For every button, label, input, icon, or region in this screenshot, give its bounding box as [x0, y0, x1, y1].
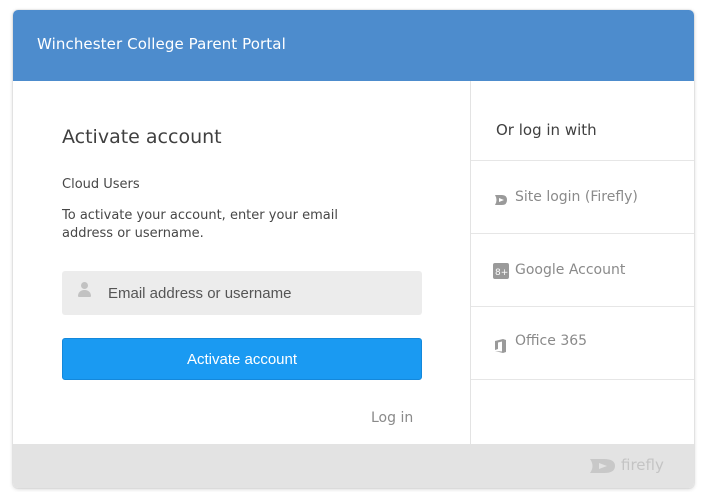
alt-login-pane: Or log in with Site login (Firefly) 8+ G… — [470, 81, 694, 444]
alt-login-title: Or log in with — [496, 121, 597, 139]
provider-label: Site login (Firefly) — [515, 189, 638, 205]
login-card: Winchester College Parent Portal Activat… — [13, 10, 694, 488]
log-in-link[interactable]: Log in — [371, 410, 413, 426]
provider-label: Office 365 — [515, 333, 588, 349]
activate-instruction: To activate your account, enter your ema… — [62, 208, 338, 241]
site-login-firefly-button[interactable]: Site login (Firefly) — [471, 161, 694, 233]
google-plus-icon: 8+ — [493, 263, 509, 279]
activate-pane: Activate account Cloud Users To activate… — [13, 81, 470, 444]
google-account-button[interactable]: 8+ Google Account — [471, 234, 694, 306]
portal-header: Winchester College Parent Portal — [13, 10, 694, 81]
activate-account-button[interactable]: Activate account — [62, 338, 422, 380]
divider — [471, 379, 694, 380]
page-title: Activate account — [62, 126, 222, 148]
footer: firefly — [13, 444, 694, 488]
firefly-brand-text: firefly — [621, 456, 664, 474]
cloud-users-label: Cloud Users — [62, 177, 140, 192]
firefly-logo-icon — [588, 455, 618, 481]
office-365-icon — [493, 338, 509, 354]
email-field[interactable] — [62, 271, 422, 315]
portal-title: Winchester College Parent Portal — [37, 35, 286, 53]
office-365-button[interactable]: Office 365 — [471, 307, 694, 379]
user-icon — [77, 282, 93, 300]
svg-text:8+: 8+ — [495, 268, 508, 278]
provider-label: Google Account — [515, 262, 626, 278]
firefly-icon — [493, 192, 509, 208]
email-input[interactable] — [108, 271, 408, 315]
